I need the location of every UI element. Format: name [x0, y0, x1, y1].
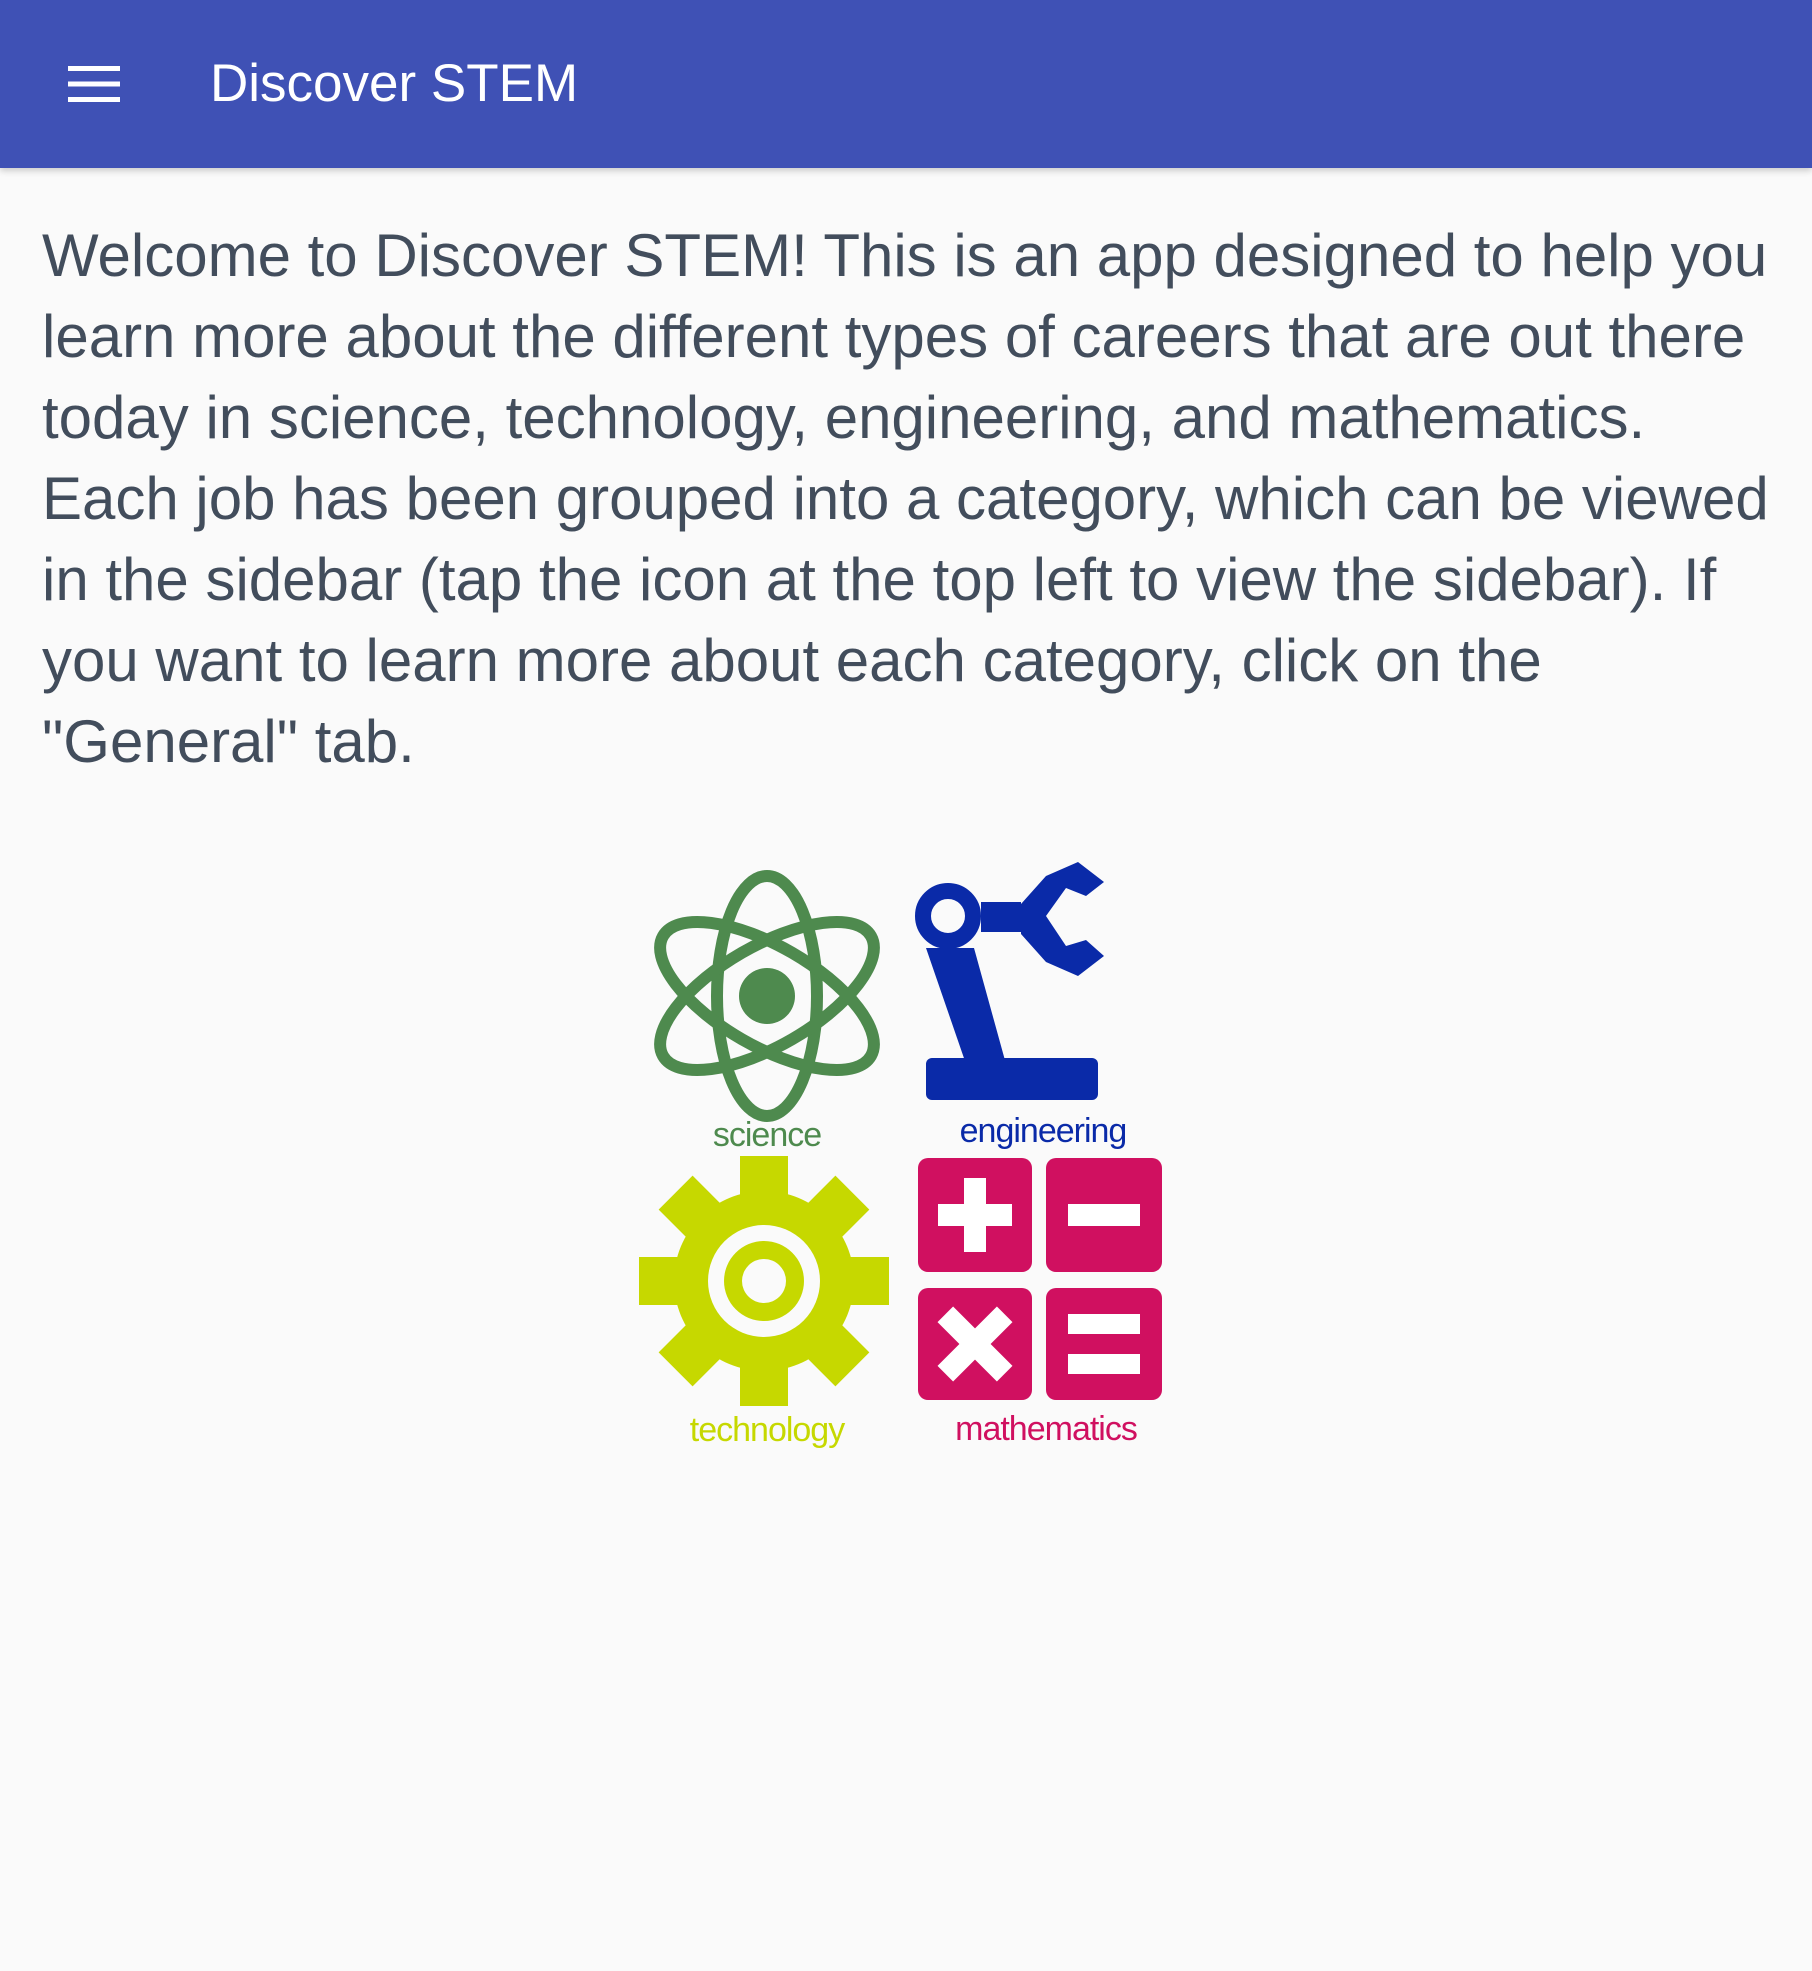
robot-arm-icon	[915, 862, 1104, 1100]
app-title: Discover STEM	[210, 54, 579, 113]
atom-icon	[654, 870, 880, 1122]
gear-icon	[639, 1156, 889, 1406]
science-label: science	[713, 1116, 821, 1154]
hamburger-menu-icon	[68, 66, 120, 102]
engineering-label: engineering	[960, 1112, 1127, 1150]
mathematics-label: mathematics	[955, 1410, 1137, 1448]
menu-button[interactable]	[44, 34, 144, 134]
math-operators-icon	[918, 1158, 1162, 1400]
app-bar: Discover STEM	[0, 0, 1812, 168]
technology-label: technology	[690, 1411, 845, 1449]
welcome-text: Welcome to Discover STEM! This is an app…	[42, 222, 1769, 775]
stem-logo: science engineering technology mathemati…	[639, 862, 1162, 1449]
